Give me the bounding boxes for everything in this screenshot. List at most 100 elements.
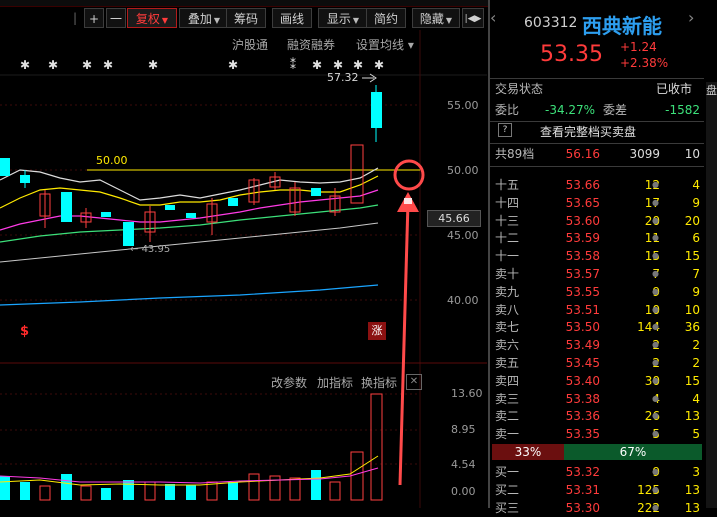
order-book-row[interactable]: 卖一 53.35 5 ● 5	[490, 425, 704, 443]
level-price: 53.51	[565, 302, 600, 317]
price-axis-label: 40.00	[447, 294, 479, 307]
level-price: 53.55	[565, 284, 600, 299]
order-book-row[interactable]: 卖十 53.57 7 ● 7	[490, 265, 704, 283]
hide-button[interactable]: 隐藏 ▼	[412, 8, 460, 28]
order-book-row[interactable]: 十五 53.66 12 ● 4	[490, 176, 704, 194]
dropdown-arrow-icon: ▼	[352, 16, 360, 25]
level-label: 卖六	[495, 338, 520, 353]
prev-stock-icon[interactable]: ‹	[490, 8, 496, 27]
price-axis-label: 45.00	[447, 229, 479, 242]
order-book-row[interactable]: 十一 53.58 15 ● 15	[490, 247, 704, 265]
order-book-row[interactable]: 买一 53.32 9 ● 3	[490, 463, 704, 481]
total-vol: 3099	[629, 147, 660, 161]
view-full-book-link[interactable]: 查看完整档买卖盘	[540, 123, 636, 141]
level-label: 卖三	[495, 391, 520, 406]
order-book-row[interactable]: 卖七 53.50 144 ● 36	[490, 318, 704, 336]
vol-bar	[186, 485, 196, 500]
limit-up-badge[interactable]: 涨	[368, 322, 386, 340]
add-indicator-link[interactable]: 加指标	[317, 374, 353, 391]
event-star-icon[interactable]: ✱	[228, 58, 238, 72]
side-tab-label: 盘	[706, 84, 717, 97]
level-cnt: 15	[684, 249, 700, 264]
s-marker-icon[interactable]: $	[20, 324, 29, 339]
overlay-button[interactable]: 叠加 ▼	[179, 8, 229, 28]
order-book-row[interactable]: 十三 53.60 20 ● 20	[490, 212, 704, 230]
event-star-icon[interactable]: ⁑	[290, 58, 296, 72]
vol-ma-yellow	[0, 455, 379, 486]
order-book-row[interactable]: 十四 53.65 17 ● 9	[490, 194, 704, 212]
divider	[490, 166, 704, 167]
fuquan-button[interactable]: 复权 ▼	[127, 8, 177, 28]
order-book-row[interactable]: 卖六 53.49 2 ● 2	[490, 336, 704, 354]
event-star-icon[interactable]: ✱	[82, 58, 92, 72]
ma-line-blue	[0, 284, 379, 306]
ratio-green: 67%	[564, 444, 702, 460]
divider	[490, 143, 704, 144]
level-label: 买一	[495, 465, 520, 479]
view-full-book-row[interactable]: ? 查看完整档买卖盘	[490, 123, 704, 141]
vol-bar	[165, 484, 175, 500]
vol-bar	[101, 488, 111, 500]
help-icon[interactable]: ?	[498, 123, 512, 137]
draw-line-button[interactable]: 画线	[272, 8, 312, 28]
vol-bar	[289, 477, 301, 501]
dropdown-arrow-icon: ▼	[213, 16, 221, 25]
level-cnt: 15	[684, 373, 700, 388]
event-star-icon[interactable]: ✱	[103, 58, 113, 72]
order-book-row[interactable]: 买二 53.31 125 ● 13	[490, 481, 704, 499]
stock-code: 603312	[524, 15, 578, 31]
collapse-arrows-icon[interactable]: |◀▶	[462, 8, 484, 28]
vol-bar	[350, 451, 364, 501]
next-stock-icon[interactable]: ›	[688, 8, 694, 27]
annotation-arrow-highlight	[404, 198, 412, 204]
event-star-icon[interactable]: ✱	[374, 58, 384, 72]
order-book-row[interactable]: 卖九 53.55 9 ● 9	[490, 283, 704, 301]
display-button[interactable]: 显示 ▼	[318, 8, 368, 28]
event-star-icon[interactable]: ✱	[148, 58, 158, 72]
level-label: 买二	[495, 482, 520, 497]
order-book-row[interactable]: 十二 53.59 11 ● 6	[490, 229, 704, 247]
zoom-in-button[interactable]: +	[84, 8, 104, 28]
ma-line-yellow	[0, 175, 379, 209]
event-star-icon[interactable]: ✱	[312, 58, 322, 72]
switch-indicator-link[interactable]: 换指标	[361, 374, 397, 391]
event-star-icon[interactable]: ✱	[48, 58, 58, 72]
level-cnt: 4	[692, 391, 700, 406]
ma-settings-link[interactable]: 设置均线 ▾	[356, 36, 414, 53]
order-book-row[interactable]: 卖八 53.51 10 ● 10	[490, 301, 704, 319]
weicha-value: -1582	[665, 103, 700, 117]
event-star-icon[interactable]: ✱	[353, 58, 363, 72]
current-price-tag: 45.66	[427, 210, 481, 227]
order-book-row[interactable]: 卖二 53.36 26 ● 13	[490, 407, 704, 425]
order-book-row[interactable]: 卖四 53.40 30 ● 15	[490, 372, 704, 390]
edit-params-link[interactable]: 改参数	[271, 374, 307, 391]
ma-line-white	[0, 167, 379, 201]
vol-bar	[20, 482, 30, 500]
close-indicator-icon[interactable]: ✕	[406, 374, 422, 390]
side-tab[interactable]: 盘	[706, 82, 717, 508]
menu-strip	[0, 0, 490, 7]
event-star-icon[interactable]: ✱	[20, 58, 30, 72]
level-label: 卖四	[495, 373, 520, 388]
chips-button[interactable]: 筹码	[226, 8, 266, 28]
margin-link[interactable]: 融资融券	[287, 36, 335, 53]
divider	[490, 78, 704, 79]
event-star-icon[interactable]: ✱	[333, 58, 343, 72]
hk-connect-link[interactable]: 沪股通	[232, 36, 268, 53]
vol-axis-label: 13.60	[451, 387, 483, 400]
kline-chart[interactable]: 沪股通 融资融券 设置均线 ▾ ✱ ✱ ✱ ✱ ✱ ✱ ⁑ ✱ ✱ ✱ ✱ 57…	[0, 30, 487, 508]
quote-header: ‹ 603312 西典新能 › 53.35 +1.24 +2.38%	[490, 0, 704, 78]
level-label: 卖五	[495, 356, 520, 370]
level-cnt: 6	[692, 231, 700, 246]
annotation-arrow	[398, 201, 410, 486]
level-price: 53.45	[565, 356, 600, 370]
order-book-row[interactable]: 卖五 53.45 2 ● 2	[490, 354, 704, 372]
order-book-row[interactable]: 卖三 53.38 4 ● 4	[490, 390, 704, 408]
level-price: 53.35	[565, 427, 600, 442]
zoom-out-button[interactable]: 一	[106, 8, 126, 28]
level-price: 53.32	[565, 465, 600, 479]
simple-button[interactable]: 简约	[366, 8, 406, 28]
level-cnt: 20	[684, 213, 700, 228]
vol-bar	[311, 470, 321, 500]
level-price: 53.59	[565, 231, 600, 246]
